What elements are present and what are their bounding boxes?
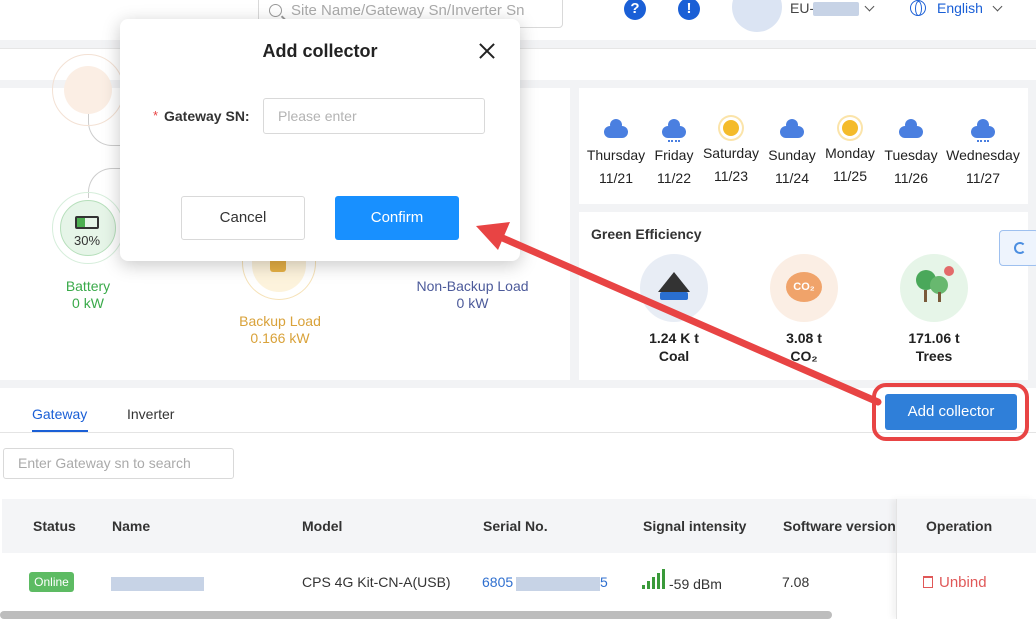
annotation-arrow: [476, 222, 882, 406]
